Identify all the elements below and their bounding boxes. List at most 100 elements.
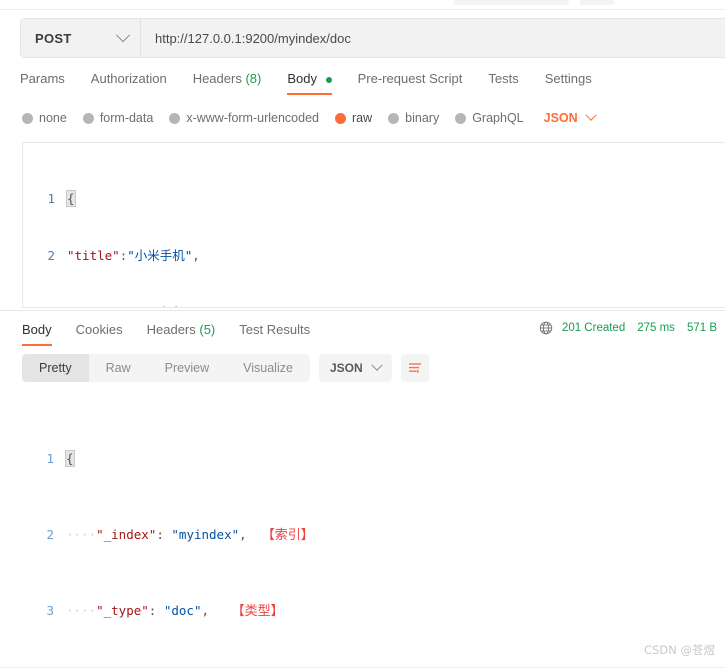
tab-pre-request-script[interactable]: Pre-request Script [358, 68, 463, 95]
response-meta: 201 Created 275 ms 571 B [539, 321, 717, 335]
view-mode-visualize[interactable]: Visualize [226, 354, 310, 382]
tab-label: Headers [146, 322, 196, 337]
chevron-down-icon [115, 28, 131, 43]
body-mode-raw[interactable]: raw [335, 111, 372, 125]
view-mode-label: Raw [105, 361, 131, 375]
radio-icon [388, 112, 400, 124]
body-mode-label: form-data [99, 111, 154, 125]
response-body-viewer[interactable]: 1 { 2 ····"_index": "myindex", 【索引】 3 ··… [22, 392, 725, 640]
watermark: CSDN @苍煜 [644, 643, 715, 657]
tab-headers[interactable]: Headers (8) [193, 68, 262, 95]
pane-divider[interactable] [0, 310, 725, 311]
body-mode-binary[interactable]: binary [388, 111, 439, 125]
response-headers-count: (5) [199, 322, 216, 337]
radio-icon [455, 112, 467, 124]
request-tab-bar: Params Authorization Headers (8) Body Pr… [20, 68, 725, 99]
tab-tests[interactable]: Tests [488, 68, 518, 95]
line-content: { [65, 450, 75, 467]
code-line: 1 { [22, 449, 725, 468]
ghost-toolbar-item [580, 0, 614, 5]
line-number: 1 [47, 191, 55, 206]
line-number: 3 [46, 603, 54, 618]
wrap-lines-icon [408, 363, 421, 374]
tab-authorization[interactable]: Authorization [91, 68, 167, 95]
http-method-label: POST [35, 30, 72, 46]
body-mode-label: GraphQL [472, 111, 524, 125]
tab-label: Headers [192, 71, 242, 86]
response-toolbar: Pretty Raw Preview Visualize JSON [22, 354, 429, 382]
line-content: ····"_index": "myindex", 【索引】 [66, 527, 314, 543]
radio-icon [22, 112, 33, 124]
line-content: { [66, 190, 76, 207]
view-mode-raw[interactable]: Raw [89, 354, 148, 382]
tab-label: Test Results [239, 322, 311, 337]
wrap-lines-button[interactable] [400, 354, 429, 382]
radio-icon [169, 112, 181, 124]
body-mode-label: raw [352, 111, 373, 125]
line-number: 2 [46, 527, 54, 542]
tab-label: Authorization [90, 71, 167, 86]
view-mode-label: Preview [164, 361, 210, 375]
chevron-down-icon [370, 359, 383, 371]
body-present-dot-icon [325, 76, 332, 83]
tab-label: Params [20, 71, 65, 86]
response-format-label: JSON [329, 361, 363, 375]
view-mode-label: Pretty [39, 361, 72, 375]
line-number: 2 [47, 248, 55, 263]
line-number: 1 [46, 451, 54, 466]
response-body-code: 1 { 2 ····"_index": "myindex", 【索引】 3 ··… [22, 392, 725, 640]
code-line: 1 { [23, 189, 725, 208]
response-format-select[interactable]: JSON [318, 354, 392, 382]
view-mode-preview[interactable]: Preview [148, 354, 226, 382]
body-format-label: JSON [543, 111, 578, 125]
tab-label: Cookies [75, 322, 123, 337]
radio-icon [82, 112, 94, 124]
code-line: 3 ····"_type": "doc", 【类型】 [22, 601, 725, 620]
annotation: 【索引】 [261, 528, 314, 543]
response-tab-body[interactable]: Body [22, 320, 52, 346]
chevron-down-icon [585, 109, 597, 121]
http-method-select[interactable]: POST [21, 19, 141, 57]
response-tab-test-results[interactable]: Test Results [239, 320, 310, 346]
line-number: 3 [23, 303, 67, 307]
headers-count: (8) [245, 71, 262, 86]
globe-icon [539, 321, 553, 335]
request-url-bar: POST http://127.0.0.1:9200/myindex/doc [20, 18, 725, 58]
tab-params[interactable]: Params [20, 68, 65, 95]
tab-label: Body [287, 71, 317, 86]
body-mode-label: binary [405, 111, 440, 125]
tab-label: Pre-request Script [357, 71, 463, 86]
body-mode-urlencoded[interactable]: x-www-form-urlencoded [169, 111, 319, 125]
response-time: 275 ms [637, 322, 675, 334]
body-format-select[interactable]: JSON [543, 109, 597, 125]
response-status: 201 Created [561, 322, 626, 334]
view-mode-label: Visualize [243, 361, 293, 375]
window-top-strip [0, 0, 725, 10]
request-body-editor[interactable]: 1 { 2 "title":"小米手机", 3 "category":"小米",… [22, 142, 725, 308]
body-mode-label: x-www-form-urlencoded [186, 111, 319, 125]
request-body-code: 1 { 2 "title":"小米手机", 3 "category":"小米",… [23, 143, 725, 307]
request-url-input[interactable]: http://127.0.0.1:9200/myindex/doc [141, 19, 725, 57]
request-url-text: http://127.0.0.1:9200/myindex/doc [155, 30, 351, 46]
body-mode-form-data[interactable]: form-data [82, 111, 154, 125]
response-tab-headers[interactable]: Headers (5) [147, 320, 216, 346]
code-line: 2 "title":"小米手机", [23, 246, 725, 265]
view-mode-pretty[interactable]: Pretty [22, 354, 89, 382]
body-mode-graphql[interactable]: GraphQL [455, 111, 524, 125]
body-mode-radio-group: none form-data x-www-form-urlencoded raw… [22, 106, 725, 130]
tab-label: Tests [488, 71, 519, 86]
body-mode-none[interactable]: none [22, 111, 67, 125]
line-content: "category":"小米", [67, 303, 725, 307]
radio-selected-icon [335, 112, 346, 124]
response-size: 571 B [686, 322, 717, 334]
tab-body[interactable]: Body [287, 68, 332, 95]
code-line: 2 ····"_index": "myindex", 【索引】 [22, 525, 725, 544]
tab-label: Body [22, 322, 52, 337]
body-mode-label: none [39, 111, 67, 125]
tab-settings[interactable]: Settings [545, 68, 592, 95]
annotation: 【类型】 [231, 604, 284, 619]
code-line: 3 "category":"小米", [23, 303, 725, 307]
response-tab-cookies[interactable]: Cookies [76, 320, 123, 346]
response-view-mode-group: Pretty Raw Preview Visualize [22, 354, 310, 382]
line-content: ····"_type": "doc", 【类型】 [66, 603, 284, 619]
